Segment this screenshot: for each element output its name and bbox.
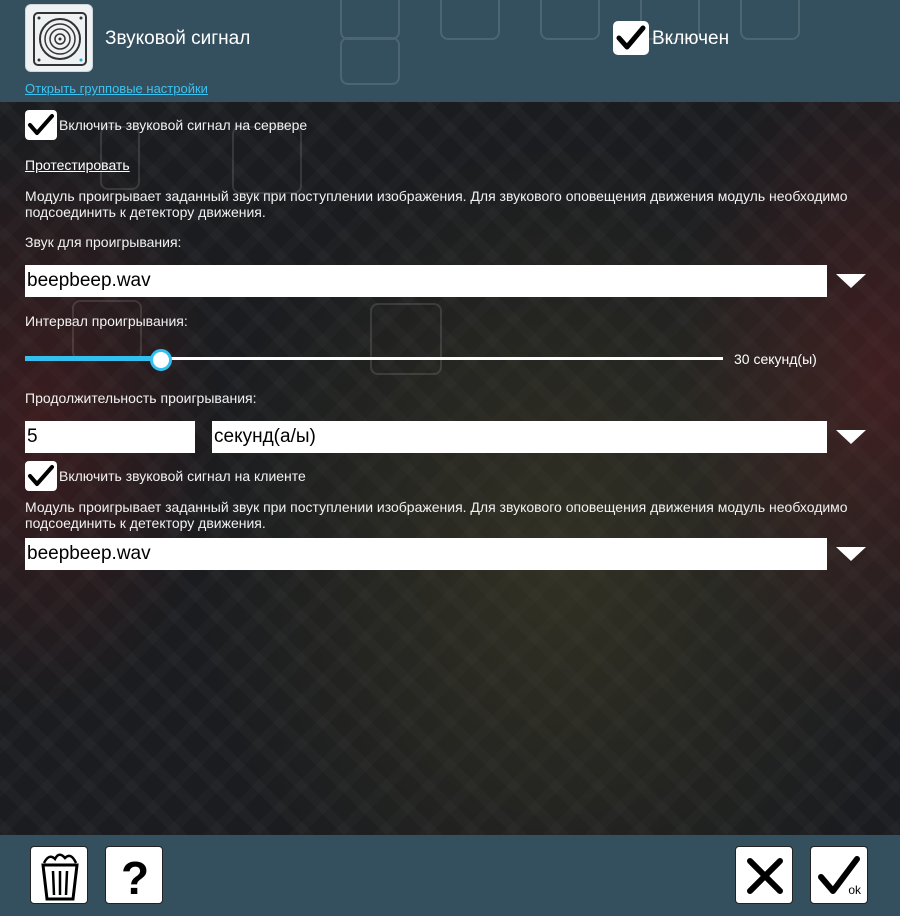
ghost-shape xyxy=(232,126,302,194)
client-sound-label: Включить звуковой сигнал на клиенте xyxy=(59,468,306,484)
checkmark-icon xyxy=(616,25,646,50)
ghost-shape xyxy=(370,303,442,375)
question-icon: ? xyxy=(121,852,149,904)
enabled-label: Включен xyxy=(652,28,730,49)
help-button[interactable]: ? xyxy=(105,846,163,904)
client-sound-checkbox[interactable] xyxy=(25,461,57,491)
duration-input[interactable]: 5 xyxy=(25,421,195,453)
close-icon xyxy=(747,858,783,894)
chevron-down-icon[interactable] xyxy=(836,274,866,288)
trash-icon xyxy=(41,853,79,901)
duration-label: Продолжительность проигрывания: xyxy=(25,390,257,406)
interval-slider-thumb[interactable] xyxy=(150,349,173,371)
server-description: Модуль проигрывает заданный звук при пос… xyxy=(25,188,848,220)
group-settings-link[interactable]: Открыть групповые настройки xyxy=(25,81,208,96)
chevron-down-icon[interactable] xyxy=(836,430,866,444)
checkmark-icon xyxy=(28,114,54,135)
checkmark-icon xyxy=(28,465,54,486)
interval-label: Интервал проигрывания: xyxy=(25,313,188,329)
test-link[interactable]: Протестировать xyxy=(25,157,130,173)
module-title: Звуковой сигнал xyxy=(105,28,251,49)
duration-unit-select[interactable]: секунд(а/ы) xyxy=(212,421,827,453)
ghost-shape xyxy=(72,300,142,360)
speaker-module-icon xyxy=(25,4,93,72)
delete-button[interactable] xyxy=(30,846,88,904)
ok-label: ok xyxy=(848,883,861,897)
client-sound-select[interactable]: beepbeep.wav xyxy=(25,538,827,570)
interval-slider-fill xyxy=(25,356,162,361)
server-sound-checkbox[interactable] xyxy=(25,110,57,140)
chevron-down-icon[interactable] xyxy=(836,547,866,561)
server-sound-label: Включить звуковой сигнал на сервере xyxy=(59,117,308,133)
client-description: Модуль проигрывает заданный звук при пос… xyxy=(25,499,848,531)
enabled-checkbox[interactable] xyxy=(613,21,649,55)
sound-select[interactable]: beepbeep.wav xyxy=(25,265,827,297)
cancel-button[interactable] xyxy=(735,846,793,904)
sound-label: Звук для проигрывания: xyxy=(25,234,182,250)
interval-value: 30 секунд(ы) xyxy=(734,351,817,367)
svg-text:?: ? xyxy=(121,852,149,904)
ok-button[interactable]: ok xyxy=(810,846,868,904)
